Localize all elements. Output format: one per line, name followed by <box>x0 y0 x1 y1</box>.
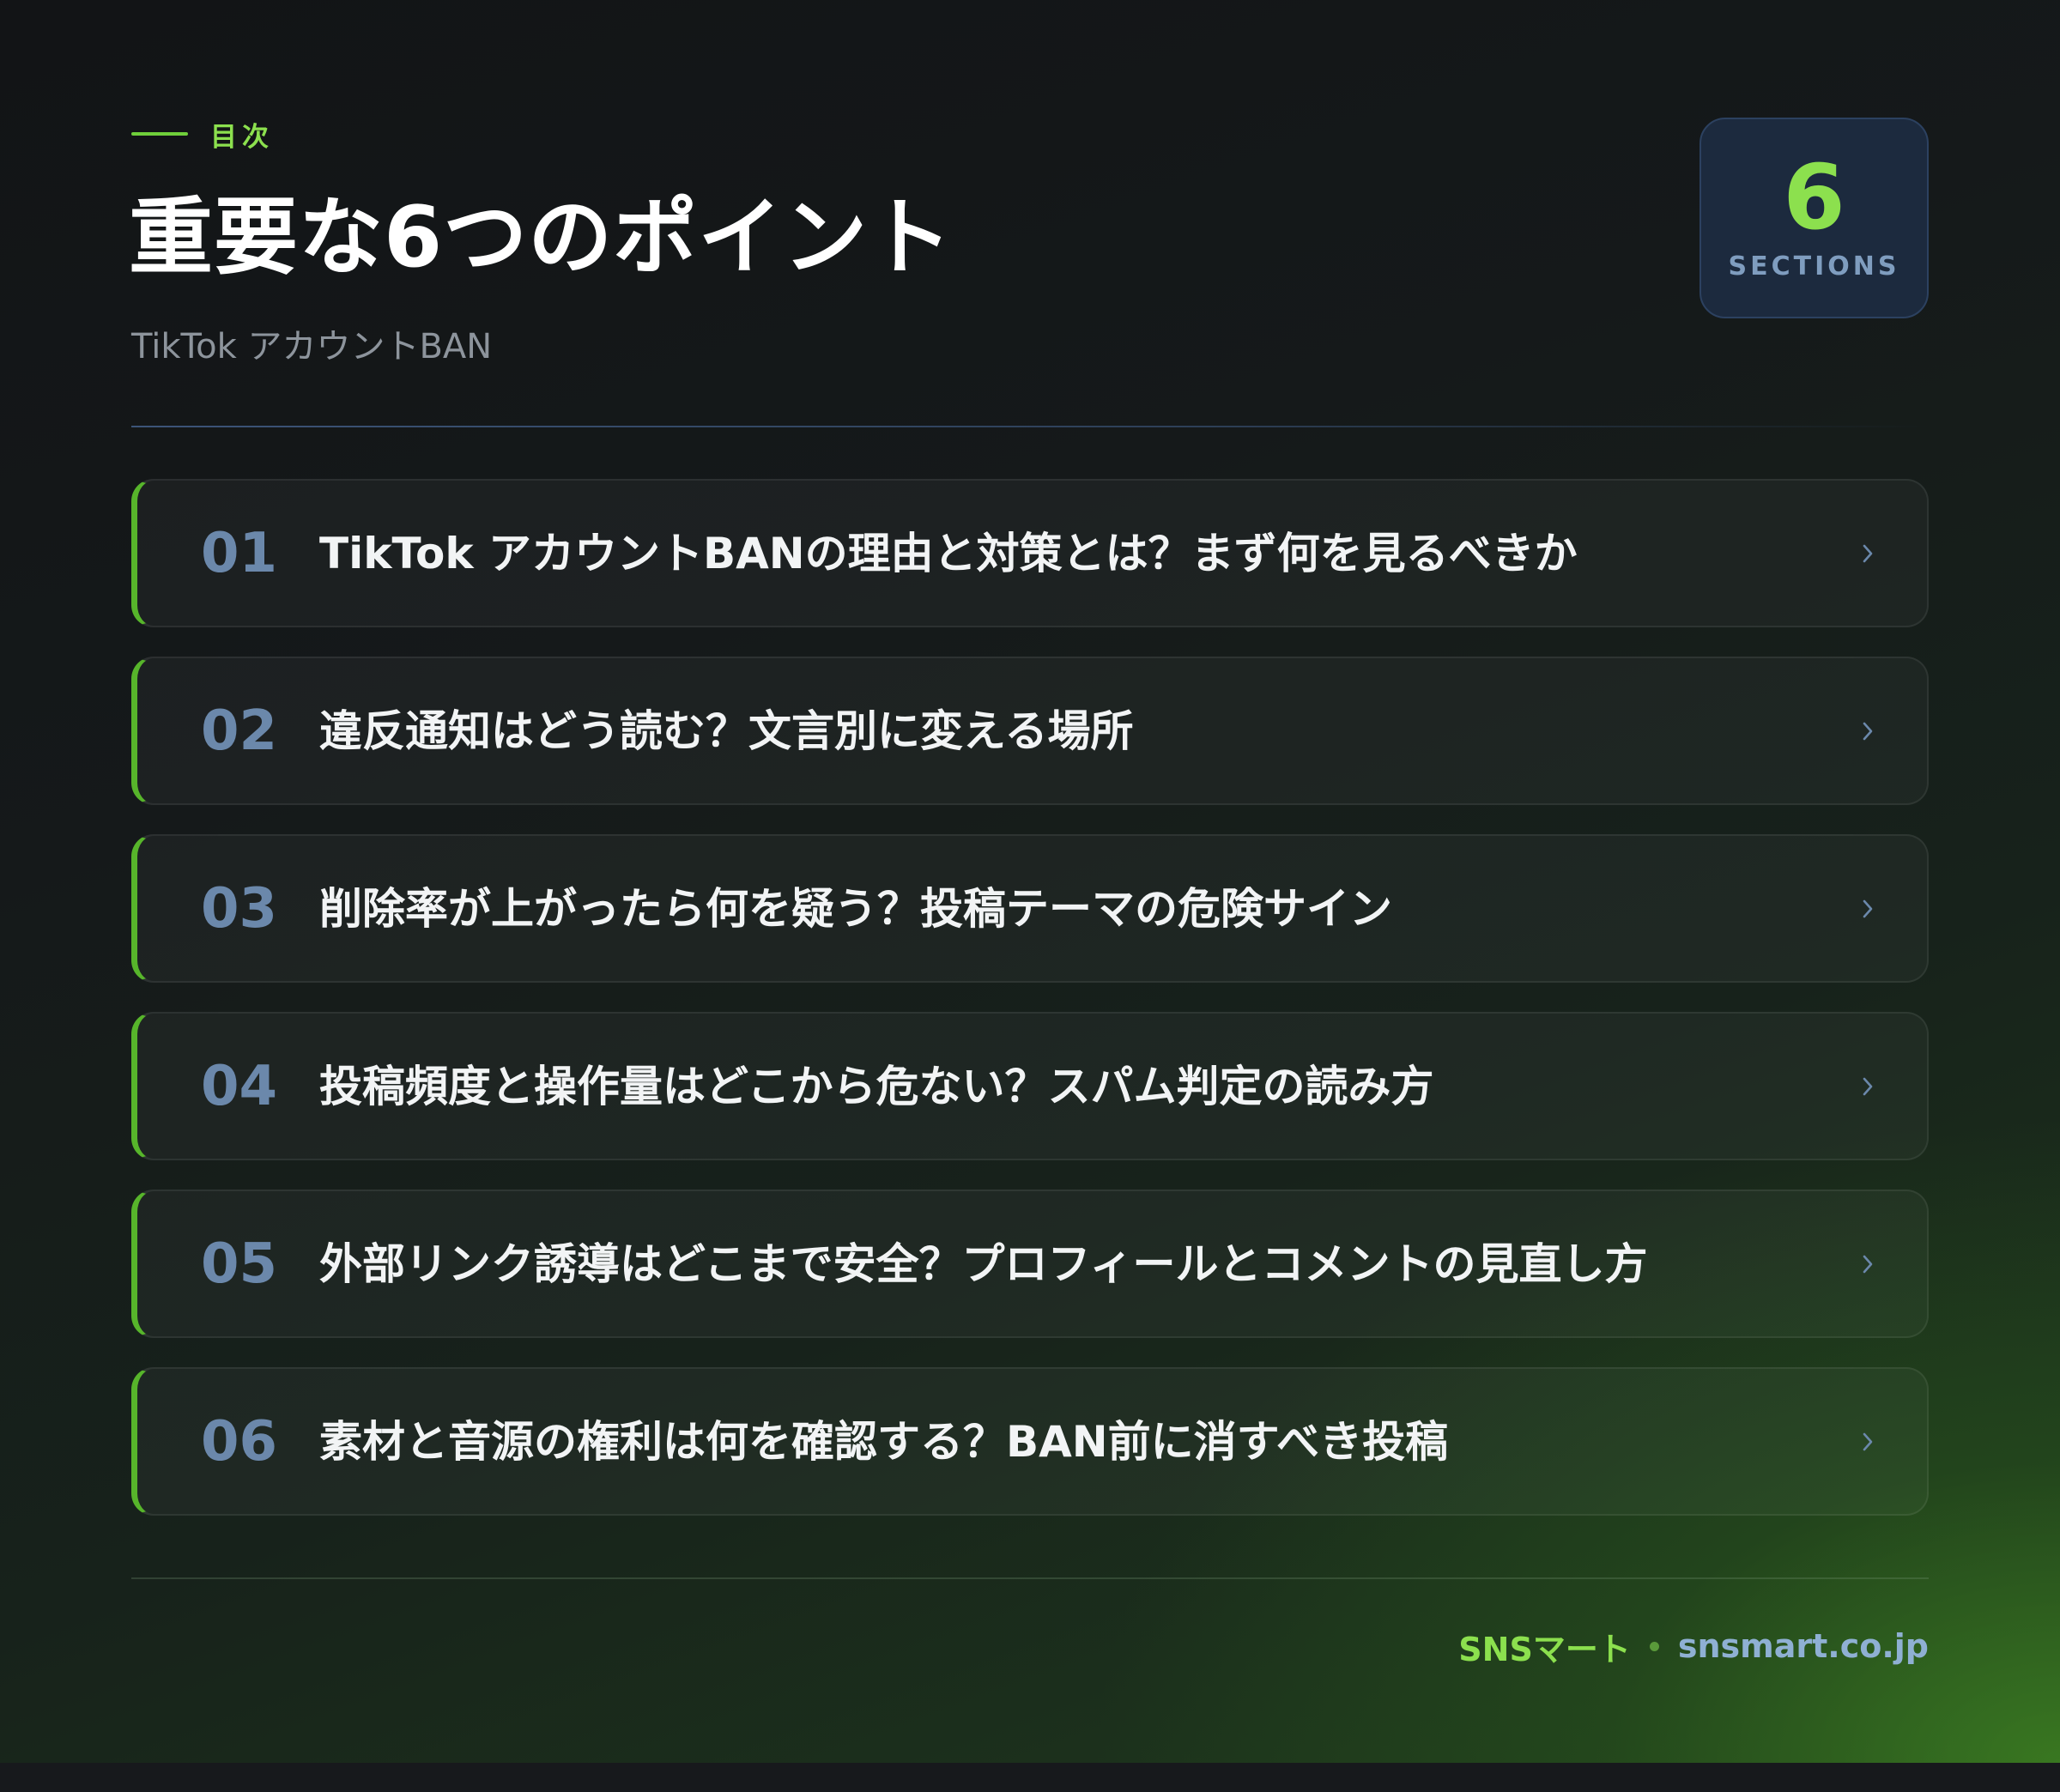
separator-dot <box>1649 1641 1659 1651</box>
chevron-right-icon <box>1857 1253 1879 1275</box>
toc-item-number: 01 <box>201 521 278 585</box>
toc-list: 01 TikTok アカウントBANの理由と対策とは？まず何を見るべきか 02 … <box>131 479 1929 1545</box>
footer: SNSマート snsmart.co.jp <box>1458 1622 1929 1670</box>
section-count-badge: 6 SECTIONS <box>1700 118 1929 318</box>
section-count-label: SECTIONS <box>1728 251 1900 282</box>
brand-name: SNSマート <box>1458 1630 1631 1668</box>
chevron-right-icon <box>1857 898 1879 920</box>
toc-item-05[interactable]: 05 外部リンク誘導はどこまで安全？プロフィールとコメントの見直し方 <box>131 1190 1929 1338</box>
toc-item-02[interactable]: 02 違反通知はどう読む？文言別に変える場所 <box>131 657 1929 805</box>
toc-item-title: TikTok アカウントBANの理由と対策とは？まず何を見るべきか <box>319 528 1578 578</box>
section-count: 6 <box>1783 144 1845 250</box>
toc-item-number: 06 <box>201 1409 278 1474</box>
toc-item-number: 04 <box>201 1054 278 1118</box>
chevron-right-icon <box>1857 1075 1879 1098</box>
toc-item-title: 素材と音源の権利は何を確認する？BAN前に消すべき投稿 <box>319 1416 1449 1467</box>
toc-item-03[interactable]: 03 削除率が上がったら何を疑う？投稿テーマの危険サイン <box>131 834 1929 983</box>
eyebrow-label: 目次 <box>210 121 274 153</box>
page-subtitle: TikTok アカウントBAN <box>131 327 493 366</box>
toc-item-number: 03 <box>201 876 278 941</box>
toc-item-title: 削除率が上がったら何を疑う？投稿テーマの危険サイン <box>319 883 1392 934</box>
toc-item-title: 投稿頻度と操作量はどこから危ない？スパム判定の読み方 <box>319 1061 1434 1111</box>
eyebrow-line <box>131 132 188 136</box>
toc-item-01[interactable]: 01 TikTok アカウントBANの理由と対策とは？まず何を見るべきか <box>131 479 1929 627</box>
toc-item-title: 外部リンク誘導はどこまで安全？プロフィールとコメントの見直し方 <box>319 1238 1648 1289</box>
toc-item-number: 02 <box>201 699 278 763</box>
bottom-strip <box>0 1763 2060 1792</box>
chevron-right-icon <box>1857 1431 1879 1453</box>
eyebrow: 目次 <box>131 117 274 153</box>
page-title: 重要な6つのポイント <box>129 189 954 287</box>
toc-slide: 目次 重要な6つのポイント TikTok アカウントBAN 6 SECTIONS… <box>0 0 2060 1763</box>
toc-item-title: 違反通知はどう読む？文言別に変える場所 <box>319 705 1134 756</box>
chevron-right-icon <box>1857 720 1879 742</box>
toc-item-04[interactable]: 04 投稿頻度と操作量はどこから危ない？スパム判定の読み方 <box>131 1012 1929 1160</box>
toc-item-number: 05 <box>201 1232 278 1296</box>
header-divider <box>131 426 1929 427</box>
site-domain-link[interactable]: snsmart.co.jp <box>1678 1627 1929 1665</box>
chevron-right-icon <box>1857 542 1879 565</box>
toc-item-06[interactable]: 06 素材と音源の権利は何を確認する？BAN前に消すべき投稿 <box>131 1367 1929 1516</box>
footer-divider <box>131 1577 1929 1579</box>
